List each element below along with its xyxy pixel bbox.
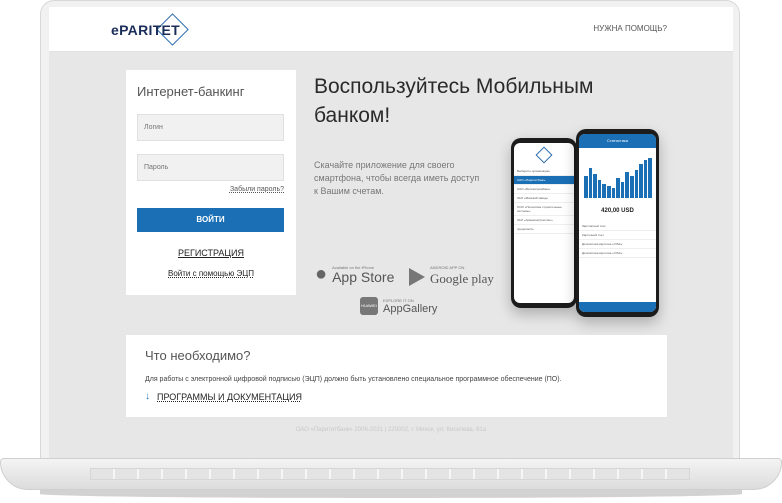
ecp-login-link[interactable]: Войти с помощью ЭЦП xyxy=(126,269,296,278)
phone-front-screen: Статистика 420,00 USD Зарплатный счет Ка… xyxy=(579,134,656,312)
mini-account-item: Зарплатный счет xyxy=(579,222,656,231)
phone-back-screen: Выберите организацию ОАО «Паритетбанк» О… xyxy=(514,143,574,303)
logo-text: ePARITET xyxy=(111,22,181,38)
mini-amount: 420,00 USD xyxy=(601,208,634,214)
laptop-foot xyxy=(40,490,742,498)
app-logo-icon xyxy=(535,146,553,164)
mini-account-item: Депозитная карточка «VISA» xyxy=(579,249,656,258)
mini-list-item: ЗАО «Армеконстрастинг» xyxy=(514,216,574,225)
appgallery-label: AppGallery xyxy=(383,302,438,315)
mini-bar xyxy=(584,176,588,198)
help-link[interactable]: НУЖНА ПОМОЩЬ? xyxy=(593,24,667,33)
requirements-title: Что необходимо? xyxy=(145,348,251,363)
mini-account-list: Зарплатный счет Карточный счет Депозитна… xyxy=(579,222,656,258)
register-link[interactable]: РЕГИСТРАЦИЯ xyxy=(126,248,296,258)
google-play-label: Google play xyxy=(430,271,494,286)
forgot-password-link[interactable]: Забыли пароль? xyxy=(230,186,284,193)
mini-bar xyxy=(616,178,620,198)
mini-bar xyxy=(588,168,593,198)
mini-list-item: ОАО «Белгазпромбанк» xyxy=(514,185,574,194)
appgallery-labels: EXPLORE IT ON AppGallery xyxy=(383,298,437,315)
mini-more: продолжить xyxy=(514,225,574,234)
docs-link[interactable]: ↓ ПРОГРАММЫ И ДОКУМЕНТАЦИЯ xyxy=(145,391,302,402)
mini-bar xyxy=(620,182,625,198)
site-header: ePARITET НУЖНА ПОМОЩЬ? xyxy=(49,7,733,52)
laptop-keyboard xyxy=(90,468,690,480)
mini-list-item: ЗАО «Минский завод» xyxy=(514,194,574,203)
google-play-labels: ANDROID APP ON Google play xyxy=(430,265,494,288)
app-store-labels: Available on the iPhone App Store xyxy=(332,265,394,284)
mini-bar xyxy=(602,184,606,198)
google-play-small-label: ANDROID APP ON xyxy=(430,265,465,270)
mini-list-item: ООО «Полесские строительные системы» xyxy=(514,203,574,216)
mini-bar xyxy=(648,158,652,198)
mini-tab-bar xyxy=(579,302,656,312)
mini-bar xyxy=(611,188,616,198)
promo-title: Воспользуйтесь Мобильным банком! xyxy=(314,75,594,127)
promo-text: Скачайте приложение для своего смартфона… xyxy=(314,160,480,196)
huawei-icon: HUAWEI xyxy=(360,297,378,315)
mini-bar xyxy=(639,164,643,198)
appgallery-badge[interactable]: HUAWEI EXPLORE IT ON AppGallery xyxy=(360,297,437,315)
mini-bar xyxy=(643,160,648,198)
mini-bar-chart xyxy=(584,158,652,198)
arrow-down-icon: ↓ xyxy=(145,391,150,402)
mini-bar xyxy=(593,174,597,198)
requirements-text: Для работы с электронной цифровой подпис… xyxy=(145,376,562,383)
requirements-box: Что необходимо? Для работы с электронной… xyxy=(126,335,667,417)
password-input[interactable] xyxy=(137,154,284,181)
login-card: Интернет-банкинг Забыли пароль? ВОЙТИ РЕ… xyxy=(126,70,296,295)
mini-account-item: Карточный счет xyxy=(579,231,656,240)
mini-bar xyxy=(634,170,639,198)
mini-list-item: ОАО «Паритетбанк» xyxy=(514,176,574,185)
phone-mockup-back: Выберите организацию ОАО «Паритетбанк» О… xyxy=(511,138,577,308)
docs-label: ПРОГРАММЫ И ДОКУМЕНТАЦИЯ xyxy=(157,391,302,402)
browser-screen: ePARITET НУЖНА ПОМОЩЬ? Интернет-банкинг … xyxy=(49,7,733,460)
logo[interactable]: ePARITET xyxy=(111,13,189,46)
mini-bar xyxy=(629,176,634,198)
mini-header-text: Выберите организацию xyxy=(514,167,574,176)
mini-bar xyxy=(606,186,611,198)
mini-app-header: Статистика xyxy=(579,134,656,148)
phone-mockup-front: Статистика 420,00 USD Зарплатный счет Ка… xyxy=(576,129,659,317)
apple-icon: ● xyxy=(315,263,328,285)
mini-bar xyxy=(597,180,602,198)
app-store-label: App Store xyxy=(332,268,395,285)
login-input[interactable] xyxy=(137,114,284,141)
mini-bar xyxy=(625,172,629,198)
app-store-badge[interactable]: ● Available on the iPhone App Store xyxy=(315,264,394,284)
login-button[interactable]: ВОЙТИ xyxy=(137,208,284,232)
login-title: Интернет-банкинг xyxy=(137,84,245,99)
google-play-badge[interactable]: ANDROID APP ON Google play xyxy=(409,265,494,288)
footer-copyright: ОАО «Паритетбанк» 2006-2021 | 220002, г.… xyxy=(295,427,487,433)
mini-account-item: Депозитная карточка «VISA» xyxy=(579,240,656,249)
google-play-icon xyxy=(409,267,425,286)
